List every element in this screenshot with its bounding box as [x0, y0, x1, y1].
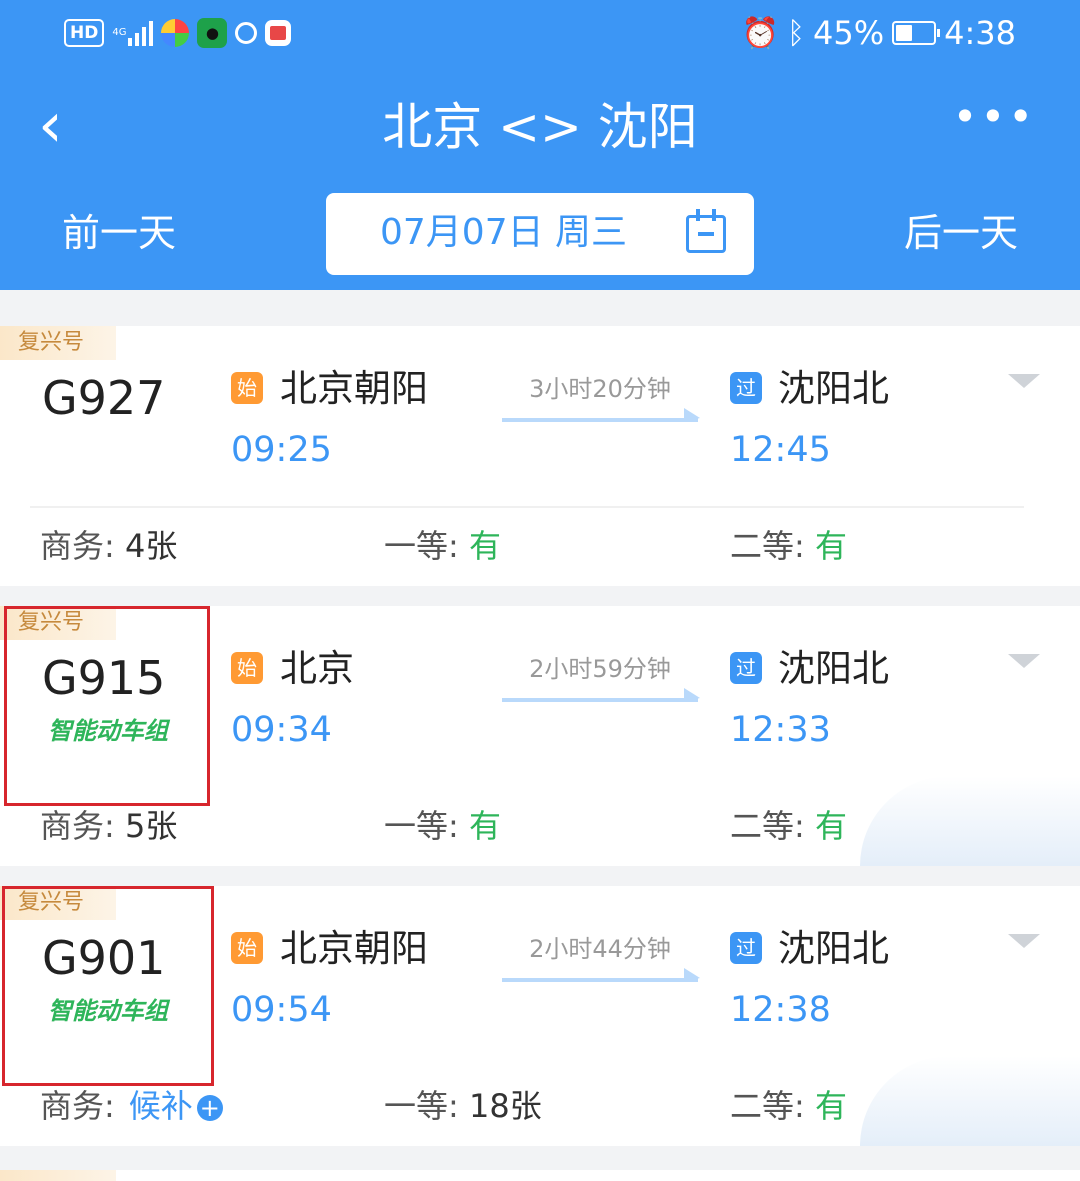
origin-badge: 始 — [231, 932, 263, 964]
chat-bubble-icon — [235, 22, 258, 44]
next-day-button[interactable]: 后一天 — [904, 208, 1018, 258]
hd-indicator: HD — [64, 19, 105, 47]
seat-second-class: 二等: 有 — [730, 527, 847, 565]
calendar-icon — [686, 209, 726, 253]
train-card[interactable]: 复兴号 G915 智能动车组 始 北京 09:34 2小时59分钟 过 沈阳北 … — [0, 606, 1080, 866]
arrival-station: 沈阳北 — [778, 927, 889, 970]
app-icon-color-wheel — [161, 19, 190, 47]
departure-station: 北京朝阳 — [280, 927, 428, 970]
clock: 4:38 — [944, 14, 1016, 52]
seat-business: 商务: 5张 — [40, 807, 178, 845]
arrow-right-icon — [502, 968, 700, 982]
app-header: HD 4G ● ⏰ ᛒ 45% 4:38 ‹ 北京 <> 沈阳 ••• 前一天 … — [0, 0, 1080, 290]
signal-icon — [128, 20, 154, 46]
fuxing-tag — [0, 1170, 116, 1181]
app-icon-evernote: ● — [197, 18, 228, 48]
status-bar-right: ⏰ ᛒ 45% 4:38 — [742, 14, 1016, 52]
train-card[interactable]: 复兴号 G901 智能动车组 始 北京朝阳 09:54 2小时44分钟 过 沈阳… — [0, 886, 1080, 1146]
arrival-time: 12:45 — [730, 430, 831, 470]
origin-badge: 始 — [231, 652, 263, 684]
alarm-icon: ⏰ — [741, 15, 780, 51]
seat-second-class: 二等: 有 — [730, 1087, 847, 1125]
departure-station: 北京 — [280, 647, 354, 690]
duration: 2小时44分钟 — [529, 935, 671, 963]
divider — [30, 506, 1024, 508]
fuxing-tag: 复兴号 — [0, 326, 116, 360]
arrival-time: 12:38 — [730, 990, 831, 1030]
arrow-right-icon — [502, 688, 700, 702]
departure-station: 北京朝阳 — [280, 367, 428, 410]
seat-first-class: 一等: 18张 — [384, 1087, 542, 1125]
arrival-time: 12:33 — [730, 710, 831, 750]
expand-caret-icon[interactable] — [1008, 934, 1040, 948]
seat-first-class: 一等: 有 — [384, 807, 501, 845]
duration: 3小时20分钟 — [529, 375, 671, 403]
pass-badge: 过 — [730, 372, 762, 404]
seat-business: 商务: 候补 + — [40, 1084, 223, 1128]
app-icon-red-book — [265, 20, 292, 46]
date-text: 07月07日 周三 — [380, 212, 628, 253]
cloud-decoration — [860, 1056, 1080, 1146]
page-title: 北京 <> 沈阳 — [382, 98, 698, 156]
departure-time: 09:25 — [231, 430, 332, 470]
origin-badge: 始 — [231, 372, 263, 404]
arrival-station: 沈阳北 — [778, 647, 889, 690]
departure-time: 09:34 — [231, 710, 332, 750]
highlight-box — [2, 886, 214, 1086]
expand-caret-icon[interactable] — [1008, 654, 1040, 668]
train-number: G927 — [42, 371, 166, 425]
battery-percent: 45% — [813, 14, 885, 52]
battery-icon — [892, 21, 941, 45]
network-type: 4G — [112, 27, 127, 38]
more-dots-icon: ••• — [952, 92, 1036, 141]
train-card-peek — [0, 1170, 1080, 1181]
cloud-decoration — [860, 776, 1080, 866]
date-picker[interactable]: 07月07日 周三 — [326, 193, 754, 275]
pass-badge: 过 — [730, 652, 762, 684]
plus-icon: + — [196, 1095, 223, 1121]
seat-first-class: 一等: 有 — [384, 527, 501, 565]
more-button[interactable]: ••• — [953, 92, 1036, 141]
seat-second-class: 二等: 有 — [730, 807, 847, 845]
waitlist-button[interactable]: 候补 + — [129, 1087, 223, 1125]
status-bar-left: HD 4G ● — [64, 18, 292, 48]
expand-caret-icon[interactable] — [1008, 374, 1040, 388]
prev-day-button[interactable]: 前一天 — [62, 208, 176, 258]
train-card[interactable]: 复兴号 G927 始 北京朝阳 09:25 3小时20分钟 过 沈阳北 12:4… — [0, 326, 1080, 586]
departure-time: 09:54 — [231, 990, 332, 1030]
duration: 2小时59分钟 — [529, 655, 671, 683]
arrow-right-icon — [502, 408, 700, 422]
bluetooth-icon: ᛒ — [787, 15, 806, 51]
arrival-station: 沈阳北 — [778, 367, 889, 410]
pass-badge: 过 — [730, 932, 762, 964]
highlight-box — [4, 606, 210, 806]
seat-business: 商务: 4张 — [40, 527, 178, 565]
